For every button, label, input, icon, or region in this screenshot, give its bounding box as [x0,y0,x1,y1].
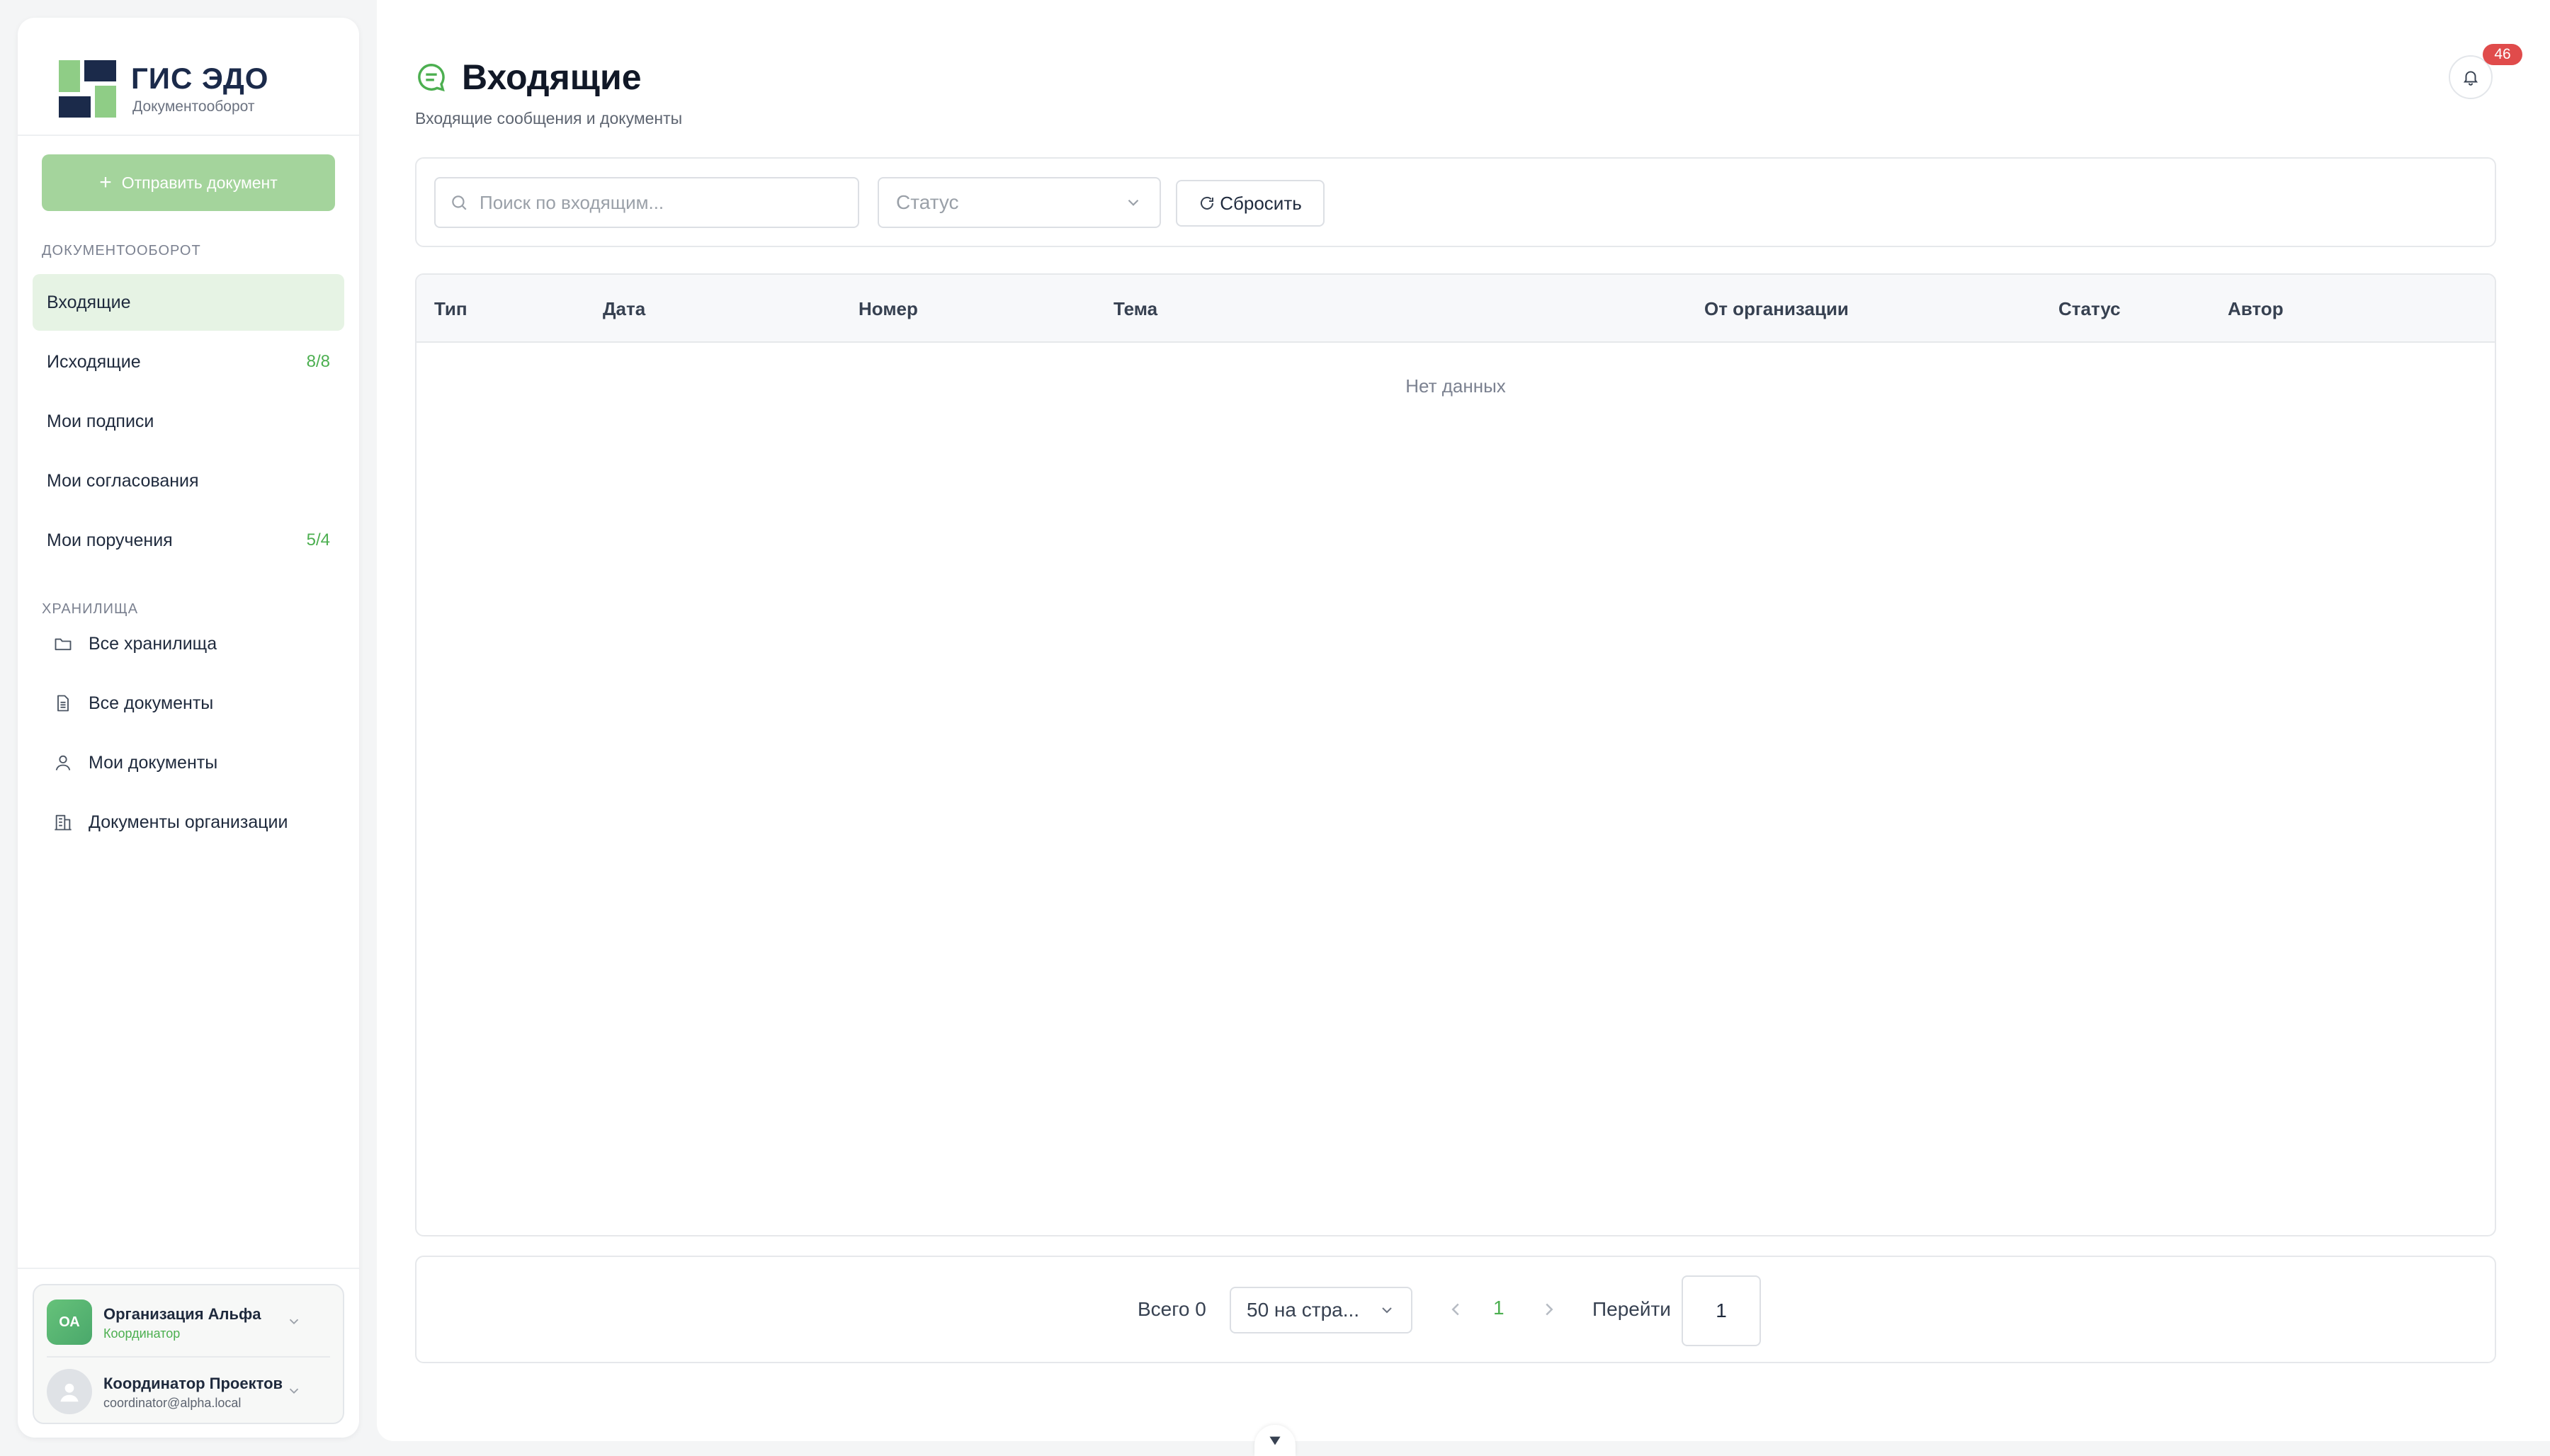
brand-subtitle: Документооборот [132,98,255,115]
column-header-from-org[interactable]: От организации [1704,275,1849,343]
sidebar-item-count: 8/8 [306,352,330,371]
sidebar-item-outgoing[interactable]: Исходящие 8/8 [33,334,344,390]
per-page-value: 50 на стра... [1247,1299,1360,1321]
sidebar-item-label: Мои подписи [47,411,154,431]
total-count: Всего 0 [1138,1298,1206,1320]
sidebar-item-label: Мои согласования [47,470,199,491]
send-document-button[interactable]: + Отправить документ [42,154,335,211]
sidebar-item-label: Исходящие [47,351,141,372]
search-input[interactable] [480,191,858,214]
org-role: Координатор [103,1326,181,1341]
org-name: Организация Альфа [103,1305,261,1323]
divider [18,135,359,136]
status-select[interactable]: Статус [878,177,1161,228]
sidebar-item-label: Мои документы [89,752,218,773]
user-name: Координатор Проектов [103,1375,283,1392]
brand-title: ГИС ЭДО [131,62,269,95]
sidebar-item-count: 5/4 [306,530,330,550]
chevron-down-icon [1269,1436,1281,1445]
prev-page-icon[interactable] [1445,1298,1466,1321]
app-root: ГИС ЭДО Документооборот + Отправить доку… [0,0,2550,1456]
column-header-subject[interactable]: Тема [1114,275,1157,343]
sidebar-item-label: Входящие [47,292,131,312]
bell-icon [2463,71,2478,86]
empty-state: Нет данных [1405,375,1506,397]
goto-page-input[interactable] [1682,1275,1761,1346]
org-switcher[interactable]: ОА Организация Альфа Координатор [47,1295,330,1349]
sidebar-item-my-documents[interactable]: Мои документы [53,738,344,787]
reset-button-label: Сбросить [1220,192,1302,214]
reset-button[interactable]: Сбросить [1176,180,1325,227]
account-card: ОА Организация Альфа Координатор Координ… [33,1284,344,1424]
folder-icon [55,638,72,651]
column-header-type[interactable]: Тип [434,275,468,343]
sidebar-item-org-documents[interactable]: Документы организации [53,797,344,847]
user-icon [60,1383,79,1402]
incoming-table: Тип Дата Номер Тема От организации Стату… [415,273,2496,1236]
search-field[interactable] [434,177,859,228]
search-icon [452,195,467,210]
notifications-badge: 46 [2483,44,2522,65]
section-title-docflow: ДОКУМЕНТООБОРОТ [42,243,201,258]
sidebar-item-my-assignments[interactable]: Мои поручения 5/4 [33,512,344,569]
divider [18,1268,359,1269]
table-header: Тип Дата Номер Тема От организации Стату… [416,275,2495,343]
page-subtitle: Входящие сообщения и документы [415,109,683,127]
sidebar-item-label: Мои поручения [47,530,173,550]
filters-panel: Статус Сбросить [415,157,2496,247]
sidebar-item-all-storages[interactable]: Все хранилища [53,619,344,669]
divider [47,1356,330,1358]
page-number[interactable]: 1 [1493,1297,1504,1319]
section-title-storage: ХРАНИЛИЩА [42,601,139,617]
chevron-down-icon [289,1319,299,1325]
chevron-down-icon [1128,199,1139,206]
refresh-icon [1201,196,1214,210]
column-header-number[interactable]: Номер [858,275,918,343]
sidebar-item-incoming[interactable]: Входящие [33,274,344,331]
sidebar: ГИС ЭДО Документооборот + Отправить доку… [18,18,359,1438]
per-page-select[interactable]: 50 на стра... [1230,1287,1412,1333]
sidebar-item-label: Документы организации [89,812,288,832]
chevron-down-icon [1382,1307,1392,1314]
brand[interactable]: ГИС ЭДО Документооборот [42,42,339,120]
sidebar-item-all-documents[interactable]: Все документы [53,678,344,728]
sidebar-item-label: Все документы [89,693,214,713]
column-header-status[interactable]: Статус [2058,275,2121,343]
plus-icon: + [99,171,112,194]
brand-logo-icon [59,60,116,118]
status-select-placeholder: Статус [896,191,959,213]
sidebar-item-my-approvals[interactable]: Мои согласования [33,453,344,509]
goto-label: Перейти [1592,1298,1671,1320]
message-icon [418,64,445,92]
sidebar-item-my-signatures[interactable]: Мои подписи [33,393,344,450]
pagination: Всего 0 50 на стра... 1 Перейти [415,1256,2496,1363]
org-avatar: ОА [47,1299,92,1345]
building-icon [55,814,72,831]
user-avatar [47,1369,92,1414]
send-document-label: Отправить документ [121,173,278,192]
column-header-date[interactable]: Дата [603,275,645,343]
user-switcher[interactable]: Координатор Проектов coordinator@alpha.l… [47,1365,330,1418]
user-icon [55,755,71,770]
main-content: Входящие Входящие сообщения и документы … [377,0,2550,1441]
user-email: coordinator@alpha.local [103,1396,242,1410]
next-page-icon[interactable] [1538,1298,1560,1321]
column-header-author[interactable]: Автор [2228,275,2284,343]
sidebar-item-label: Все хранилища [89,633,217,654]
chevron-down-icon [289,1388,299,1394]
document-icon [57,695,69,712]
page-title: Входящие [462,57,642,97]
